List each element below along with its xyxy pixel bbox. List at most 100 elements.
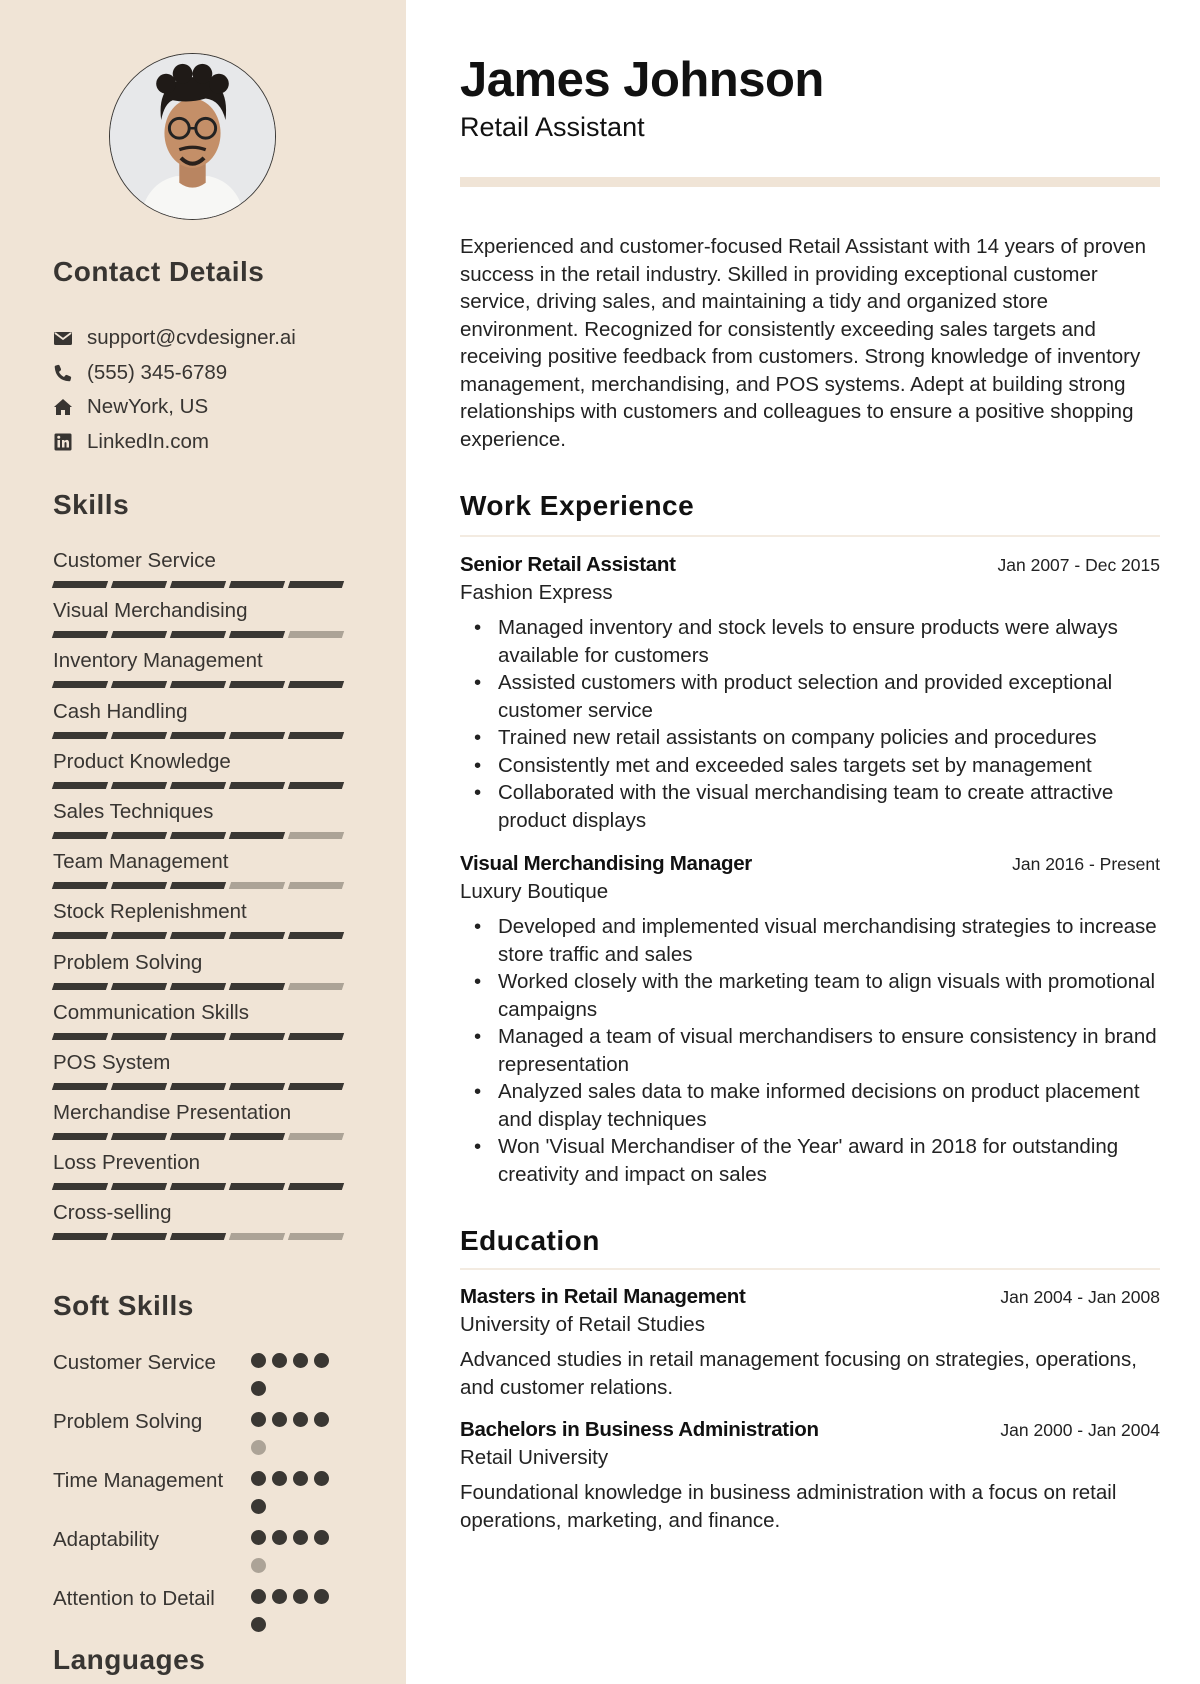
skill-item: Communication Skills bbox=[51, 1000, 363, 1050]
soft-skill-item: Adaptability bbox=[53, 1526, 383, 1585]
skill-segment-filled bbox=[287, 581, 345, 588]
skill-item: Stock Replenishment bbox=[51, 899, 363, 949]
skills-heading: Skills bbox=[53, 489, 130, 520]
rating-dot-filled bbox=[272, 1530, 287, 1545]
skill-segment-filled bbox=[228, 581, 286, 588]
skill-name: Sales Techniques bbox=[53, 799, 214, 823]
candidate-name: James Johnson bbox=[460, 53, 824, 107]
job-company: Fashion Express bbox=[460, 581, 613, 604]
profile-photo bbox=[109, 53, 276, 220]
job-entry: Senior Retail Assistant Jan 2007 - Dec 2… bbox=[460, 553, 1160, 834]
education-dates: Jan 2004 - Jan 2008 bbox=[1000, 1287, 1160, 1307]
skill-level-bar bbox=[51, 731, 363, 739]
soft-skill-name: Problem Solving bbox=[53, 1410, 203, 1433]
skill-name: POS System bbox=[53, 1050, 171, 1074]
skill-segment-filled bbox=[228, 1133, 286, 1141]
skill-segment-filled bbox=[51, 932, 109, 940]
skill-segment-filled bbox=[228, 831, 286, 839]
contact-email[interactable]: support@cvdesigner.ai bbox=[53, 321, 393, 356]
skill-segment-filled bbox=[110, 1032, 168, 1040]
rating-dot-filled bbox=[293, 1530, 308, 1545]
skill-segment-filled bbox=[110, 581, 168, 588]
job-bullet: Developed and implemented visual merchan… bbox=[460, 913, 1160, 968]
skill-segment-filled bbox=[228, 932, 286, 940]
rating-dot-filled bbox=[272, 1471, 287, 1486]
rating-dot-filled bbox=[251, 1589, 266, 1604]
skill-segment-filled bbox=[169, 581, 227, 588]
rating-dot-filled bbox=[251, 1616, 266, 1632]
skill-segment-filled bbox=[110, 882, 168, 890]
contact-phone-text: (555) 345-6789 bbox=[87, 360, 228, 384]
rating-dot-filled bbox=[293, 1412, 308, 1427]
skill-name: Loss Prevention bbox=[53, 1151, 201, 1175]
skill-segment-filled bbox=[51, 1233, 109, 1241]
skill-segment-filled bbox=[110, 1133, 168, 1141]
soft-skill-name: Attention to Detail bbox=[53, 1587, 215, 1610]
job-dates: Jan 2016 - Present bbox=[1012, 854, 1160, 874]
rating-dot-empty bbox=[251, 1439, 266, 1455]
skill-segment-filled bbox=[110, 631, 168, 639]
skill-segment-filled bbox=[169, 982, 227, 990]
skill-segment-empty bbox=[287, 1133, 345, 1141]
skill-item: Merchandise Presentation bbox=[51, 1100, 363, 1150]
job-dates: Jan 2007 - Dec 2015 bbox=[997, 555, 1160, 575]
skill-segment-empty bbox=[287, 831, 345, 839]
skill-level-bar bbox=[51, 581, 363, 588]
rating-dot-filled bbox=[251, 1530, 266, 1545]
education-heading: Education bbox=[460, 1225, 600, 1256]
candidate-title: Retail Assistant bbox=[460, 112, 645, 142]
skill-segment-filled bbox=[287, 781, 345, 789]
skill-level-bar bbox=[51, 932, 363, 940]
home-icon bbox=[53, 397, 73, 417]
skill-item: Cross-selling bbox=[51, 1200, 363, 1250]
contact-phone[interactable]: (555) 345-6789 bbox=[53, 356, 393, 391]
job-title: Visual Merchandising Manager bbox=[460, 852, 752, 875]
soft-skill-item: Customer Service bbox=[53, 1349, 383, 1408]
rating-dot-filled bbox=[293, 1353, 308, 1368]
avatar-illustration bbox=[110, 54, 275, 219]
skill-item: POS System bbox=[51, 1050, 363, 1100]
skill-item: Team Management bbox=[51, 849, 363, 899]
rating-dot-filled bbox=[251, 1498, 266, 1514]
skill-segment-filled bbox=[228, 982, 286, 990]
job-bullet: Won 'Visual Merchandiser of the Year' aw… bbox=[460, 1133, 1160, 1188]
envelope-icon bbox=[53, 328, 73, 348]
skill-segment-empty bbox=[287, 982, 345, 990]
skill-segment-filled bbox=[51, 581, 109, 588]
skill-item: Cash Handling bbox=[51, 699, 363, 749]
skill-segment-filled bbox=[287, 1032, 345, 1040]
soft-skill-name: Customer Service bbox=[53, 1351, 216, 1374]
skill-segment-filled bbox=[169, 631, 227, 639]
skill-name: Cross-selling bbox=[53, 1201, 172, 1225]
skill-segment-filled bbox=[169, 1082, 227, 1090]
rating-dot-filled bbox=[314, 1589, 329, 1604]
rating-dot-filled bbox=[314, 1412, 329, 1427]
skill-segment-filled bbox=[228, 681, 286, 689]
skill-name: Team Management bbox=[53, 850, 229, 874]
contact-location-text: NewYork, US bbox=[87, 395, 209, 419]
skill-segment-filled bbox=[169, 1183, 227, 1191]
job-company: Luxury Boutique bbox=[460, 880, 609, 903]
skill-segment-filled bbox=[287, 731, 345, 739]
skill-segment-filled bbox=[287, 681, 345, 689]
contact-linkedin[interactable]: LinkedIn.com bbox=[53, 425, 393, 460]
job-bullets: Developed and implemented visual merchan… bbox=[460, 913, 1160, 1188]
skill-segment-filled bbox=[110, 831, 168, 839]
soft-skill-rating bbox=[251, 1467, 336, 1526]
soft-skill-rating bbox=[251, 1526, 336, 1585]
work-experience-divider bbox=[460, 535, 1160, 537]
skill-level-bar bbox=[51, 831, 363, 839]
skill-segment-filled bbox=[169, 1133, 227, 1141]
contact-details-heading: Contact Details bbox=[53, 256, 265, 287]
contact-location: NewYork, US bbox=[53, 390, 393, 425]
skill-name: Cash Handling bbox=[53, 699, 188, 723]
skill-segment-filled bbox=[51, 731, 109, 739]
degree-title: Masters in Retail Management bbox=[460, 1285, 746, 1308]
rating-dot-filled bbox=[314, 1353, 329, 1368]
soft-skill-name: Time Management bbox=[53, 1469, 224, 1492]
soft-skill-rating bbox=[251, 1585, 336, 1644]
contact-linkedin-text: LinkedIn.com bbox=[87, 429, 209, 453]
skill-level-bar bbox=[51, 1082, 363, 1090]
skill-segment-filled bbox=[110, 982, 168, 990]
skill-level-bar bbox=[51, 681, 363, 689]
